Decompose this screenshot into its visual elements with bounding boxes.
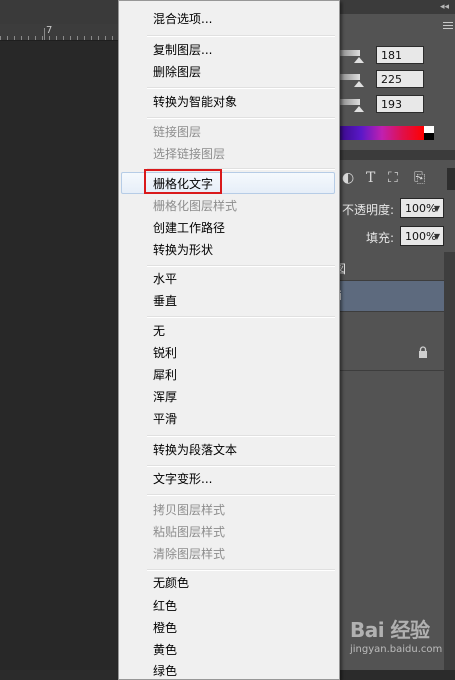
menu-item-horizontal[interactable]: 水平 — [153, 272, 177, 286]
layers-panel-header — [330, 150, 455, 160]
menu-separator — [147, 265, 335, 267]
ruler-major-tick — [44, 28, 45, 40]
slider-thumb-r[interactable] — [354, 57, 364, 63]
transform-icon[interactable]: ⛶ — [388, 170, 398, 186]
layer-filter-icons: ◐ T ⛶ ⎘ — [338, 170, 448, 190]
watermark-brand: Bai 经验 — [350, 618, 430, 642]
color-value-r[interactable]: 181 — [376, 46, 424, 64]
panel-menu-icon[interactable] — [443, 22, 453, 30]
color-row-r: 181 — [340, 46, 450, 68]
menu-separator — [147, 87, 335, 89]
menu-separator — [147, 435, 335, 437]
color-value-g[interactable]: 225 — [376, 70, 424, 88]
menu-item-create-work-path[interactable]: 创建工作路径 — [153, 221, 225, 235]
color-row-b: 193 — [340, 95, 450, 117]
type-tool-icon[interactable]: T — [366, 170, 375, 186]
ruler-label: 7 — [46, 25, 53, 36]
menu-item-yellow[interactable]: 黄色 — [153, 643, 177, 657]
document-icon[interactable]: ⎘ — [414, 170, 425, 186]
slider-thumb-g[interactable] — [354, 81, 364, 87]
menu-separator — [147, 465, 335, 467]
menu-item-red[interactable]: 红色 — [153, 599, 177, 613]
menu-item-convert-paragraph[interactable]: 转换为段落文本 — [153, 443, 237, 457]
menu-item-clear-layer-style: 清除图层样式 — [153, 547, 226, 561]
menu-item-duplicate-layer[interactable]: 复制图层... — [153, 43, 212, 57]
slider-thumb-b[interactable] — [354, 106, 364, 112]
color-value-b[interactable]: 193 — [376, 95, 424, 113]
opacity-row: 不透明度: 100% ▼ — [330, 198, 455, 220]
menu-item-green[interactable]: 绿色 — [153, 664, 177, 678]
menu-separator — [147, 35, 335, 37]
opacity-value: 100% — [405, 202, 437, 215]
options-bar — [0, 0, 120, 25]
menu-item-aa-crisp[interactable]: 犀利 — [153, 368, 177, 382]
color-spectrum[interactable] — [340, 126, 424, 140]
menu-separator — [147, 117, 335, 119]
menu-item-aa-smooth[interactable]: 平滑 — [153, 412, 177, 426]
opacity-input[interactable]: 100% ▼ — [400, 198, 444, 218]
menu-item-convert-to-shape[interactable]: 转换为形状 — [153, 243, 213, 257]
horizontal-ruler: 7 — [0, 24, 120, 41]
collapse-icon[interactable]: ◂◂ — [440, 2, 449, 12]
highlight-box — [144, 169, 222, 194]
watermark-url: jingyan.baidu.com — [350, 644, 443, 655]
menu-item-convert-smart-object[interactable]: 转换为智能对象 — [153, 95, 237, 109]
chevron-down-icon: ▼ — [433, 204, 440, 213]
ellipse-tool-icon[interactable]: ◐ — [342, 170, 354, 186]
menu-separator — [147, 569, 335, 571]
fill-input[interactable]: 100% ▼ — [400, 226, 444, 246]
menu-item-select-linked-layers: 选择链接图层 — [153, 147, 226, 161]
opacity-label: 不透明度: — [342, 203, 395, 217]
context-menu: 混合选项... 复制图层... 删除图层 转换为智能对象 链接图层 选择链接图层… — [118, 0, 340, 680]
color-row-g: 225 — [340, 70, 450, 92]
slider-track-b[interactable] — [340, 99, 360, 105]
right-panels: ◂◂ 181 225 193 ◐ T ⛶ ⎘ 不透明度: 100% ▼ 填充: — [330, 0, 455, 670]
layer-row[interactable]: 図 — [330, 254, 444, 281]
menu-item-paste-layer-style: 粘贴图层样式 — [153, 525, 226, 539]
menu-item-aa-sharp[interactable]: 锐利 — [153, 346, 177, 360]
menu-item-no-color[interactable]: 无颜色 — [153, 576, 189, 590]
menu-item-orange[interactable]: 橙色 — [153, 621, 177, 635]
color-panel-header: ◂◂ — [330, 0, 455, 14]
menu-item-rasterize-layer-style: 栅格化图层样式 — [153, 199, 238, 213]
fill-value: 100% — [405, 230, 437, 243]
slider-track-r[interactable] — [340, 50, 360, 56]
menu-item-aa-strong[interactable]: 浑厚 — [153, 390, 177, 404]
menu-separator — [147, 494, 335, 496]
menu-separator — [147, 316, 335, 318]
black-white-swatch[interactable] — [424, 126, 434, 140]
menu-item-vertical[interactable]: 垂直 — [153, 294, 177, 308]
layer-row-selected[interactable]: ti — [330, 281, 444, 312]
layers-scrollbar[interactable] — [444, 252, 455, 670]
menu-item-link-layers: 链接图层 — [153, 125, 202, 139]
fill-label: 填充: — [366, 231, 395, 245]
menu-item-blending-options[interactable]: 混合选项... — [153, 12, 212, 26]
watermark: Bai 经验 jingyan.baidu.com — [350, 614, 450, 664]
canvas-area[interactable]: 7 — [0, 0, 120, 670]
slider-track-g[interactable] — [340, 74, 360, 80]
menu-item-delete-layer[interactable]: 删除图层 — [153, 65, 201, 79]
menu-item-warp-text[interactable]: 文字变形... — [153, 472, 212, 486]
chevron-down-icon: ▼ — [433, 232, 440, 241]
menu-item-copy-layer-style: 拷贝图层样式 — [153, 503, 226, 517]
lock-icon — [419, 346, 427, 358]
menu-item-aa-none[interactable]: 无 — [153, 324, 165, 338]
fill-row: 填充: 100% ▼ — [330, 226, 455, 248]
panel-tab[interactable] — [447, 168, 455, 190]
